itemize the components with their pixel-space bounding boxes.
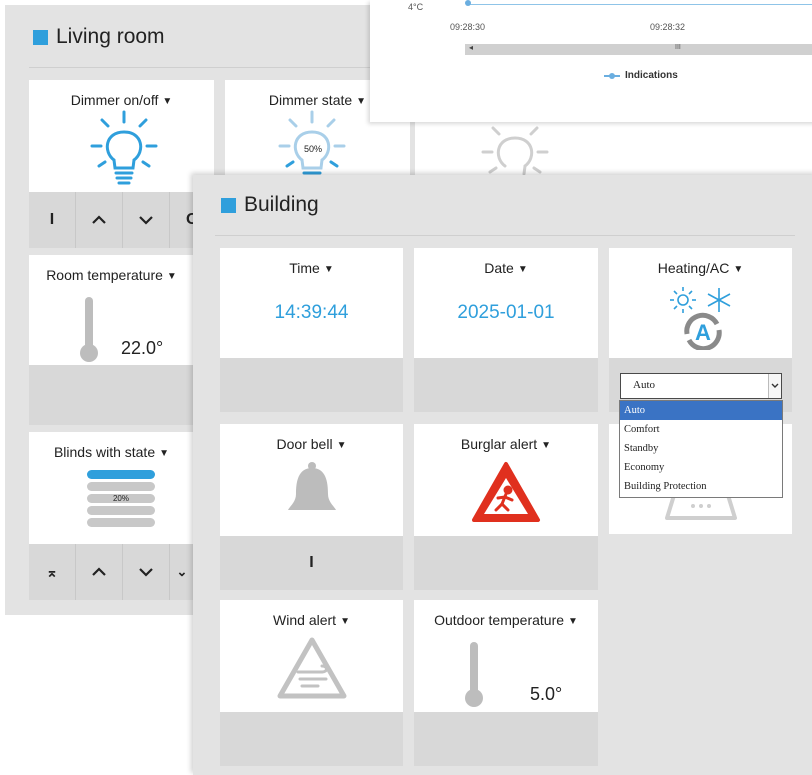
tile-footer: I O bbox=[29, 192, 214, 248]
scroll-left-arrow-icon[interactable]: ◂ bbox=[469, 43, 473, 52]
living-room-divider bbox=[29, 67, 409, 68]
legend-marker-icon bbox=[604, 72, 620, 79]
section-square-icon bbox=[221, 197, 236, 213]
blind-slat bbox=[87, 518, 155, 527]
blind-slat bbox=[87, 506, 155, 515]
tile-title[interactable]: Burglar alert ▼ bbox=[414, 436, 598, 452]
tile-title[interactable]: Outdoor temperature ▼ bbox=[414, 612, 598, 628]
option-comfort[interactable]: Comfort bbox=[620, 420, 782, 439]
option-standby[interactable]: Standby bbox=[620, 439, 782, 458]
door-bell-tile: Door bell ▼ I bbox=[220, 424, 403, 590]
tile-title[interactable]: Time ▼ bbox=[220, 260, 403, 276]
dimmer-percent: 50% bbox=[304, 144, 323, 154]
tile-footer bbox=[29, 365, 194, 425]
wind-alert-icon bbox=[277, 637, 347, 699]
blind-slat: 20% bbox=[87, 494, 155, 503]
wind-alert-tile: Wind alert ▼ bbox=[220, 600, 403, 766]
lightbulb-icon bbox=[90, 110, 158, 185]
tile-title[interactable]: Date ▼ bbox=[414, 260, 598, 276]
outdoor-temperature-value: 5.0° bbox=[530, 684, 563, 704]
down-button[interactable] bbox=[123, 192, 169, 248]
tile-title[interactable]: Blinds with state ▼ bbox=[29, 444, 194, 460]
tile-footer bbox=[220, 712, 403, 766]
tile-title[interactable]: Dimmer on/off ▼ bbox=[29, 92, 214, 108]
living-room-tile-3 bbox=[420, 120, 610, 180]
building-title: Building bbox=[221, 193, 319, 217]
on-button[interactable]: I bbox=[29, 192, 75, 248]
blinds-top-button[interactable]: ⌅ bbox=[29, 544, 75, 600]
time-tile: Time ▼ 14:39:44 bbox=[220, 248, 403, 412]
chevron-up-icon bbox=[92, 567, 106, 576]
living-room-title: Living room bbox=[33, 25, 165, 49]
blinds-tile: Blinds with state ▼ 20% ⌅ ⌄ bbox=[29, 432, 194, 600]
blind-slat bbox=[87, 470, 155, 479]
x-axis-tick-label: 09:28:32 bbox=[650, 22, 686, 32]
blinds-up-button[interactable] bbox=[76, 544, 122, 600]
tile-footer: ⌅ ⌄ bbox=[29, 544, 194, 600]
chevron-down-icon bbox=[771, 383, 779, 388]
burglar-alert-icon bbox=[472, 462, 540, 522]
tile-title[interactable]: Door bell ▼ bbox=[220, 436, 403, 452]
option-auto[interactable]: Auto bbox=[620, 401, 782, 420]
option-building-protection[interactable]: Building Protection bbox=[620, 477, 782, 496]
chart-scrollbar[interactable]: ◂ III bbox=[465, 43, 812, 55]
tile-footer bbox=[414, 536, 598, 590]
heating-mode-select[interactable]: Auto bbox=[620, 373, 782, 399]
room-temperature-tile: Room temperature ▼ 22.0° bbox=[29, 255, 194, 425]
date-value: 2025-01-01 bbox=[457, 302, 555, 323]
lightbulb-off-icon bbox=[481, 126, 549, 176]
up-button[interactable] bbox=[76, 192, 122, 248]
outdoor-temperature-tile: Outdoor temperature ▼ 5.0° bbox=[414, 600, 598, 766]
data-point bbox=[465, 0, 471, 6]
indications-chart: 4°C 09:28:30 09:28:32 ◂ III Indications bbox=[370, 0, 812, 122]
door-bell-button[interactable]: I bbox=[220, 536, 403, 590]
thermometer-icon bbox=[465, 642, 483, 707]
scrollbar-thumb[interactable]: III bbox=[675, 44, 681, 51]
blinds-down-button[interactable] bbox=[123, 544, 169, 600]
y-axis-tick-label: 4°C bbox=[408, 2, 424, 12]
date-tile: Date ▼ 2025-01-01 bbox=[414, 248, 598, 412]
tile-title[interactable]: Room temperature ▼ bbox=[29, 267, 194, 283]
tile-footer bbox=[220, 358, 403, 412]
dimmer-onoff-tile: Dimmer on/off▼ I O bbox=[29, 80, 214, 248]
blinds-bottom-button[interactable]: ⌄ bbox=[170, 544, 194, 600]
chevron-up-icon bbox=[92, 215, 106, 224]
chevron-down-icon bbox=[139, 568, 153, 577]
section-square-icon bbox=[33, 29, 48, 45]
room-temperature-value: 22.0° bbox=[121, 338, 164, 358]
thermometer-icon bbox=[80, 297, 98, 362]
dropdown-arrow-box[interactable] bbox=[768, 374, 781, 398]
tile-footer: I bbox=[220, 536, 403, 590]
chart-axis-line bbox=[468, 4, 812, 5]
tile-footer bbox=[414, 358, 598, 412]
bell-icon bbox=[288, 462, 336, 510]
heating-mode-options: Auto Comfort Standby Economy Building Pr… bbox=[619, 400, 783, 498]
blind-slat bbox=[87, 482, 155, 491]
option-economy[interactable]: Economy bbox=[620, 458, 782, 477]
tile-footer bbox=[414, 712, 598, 766]
blinds-icon: 20% bbox=[87, 470, 155, 527]
svg-text:A: A bbox=[695, 320, 711, 345]
burglar-alert-tile: Burglar alert ▼ bbox=[414, 424, 598, 590]
tile-title[interactable]: Wind alert ▼ bbox=[220, 612, 403, 628]
chevron-down-icon bbox=[139, 216, 153, 225]
building-divider bbox=[215, 235, 795, 236]
heating-ac-auto-icon: A bbox=[670, 287, 731, 350]
chart-legend: Indications bbox=[604, 70, 678, 81]
x-axis-tick-label: 09:28:30 bbox=[450, 22, 486, 32]
tile-title[interactable]: Heating/AC ▼ bbox=[609, 260, 792, 276]
time-value: 14:39:44 bbox=[274, 302, 349, 323]
